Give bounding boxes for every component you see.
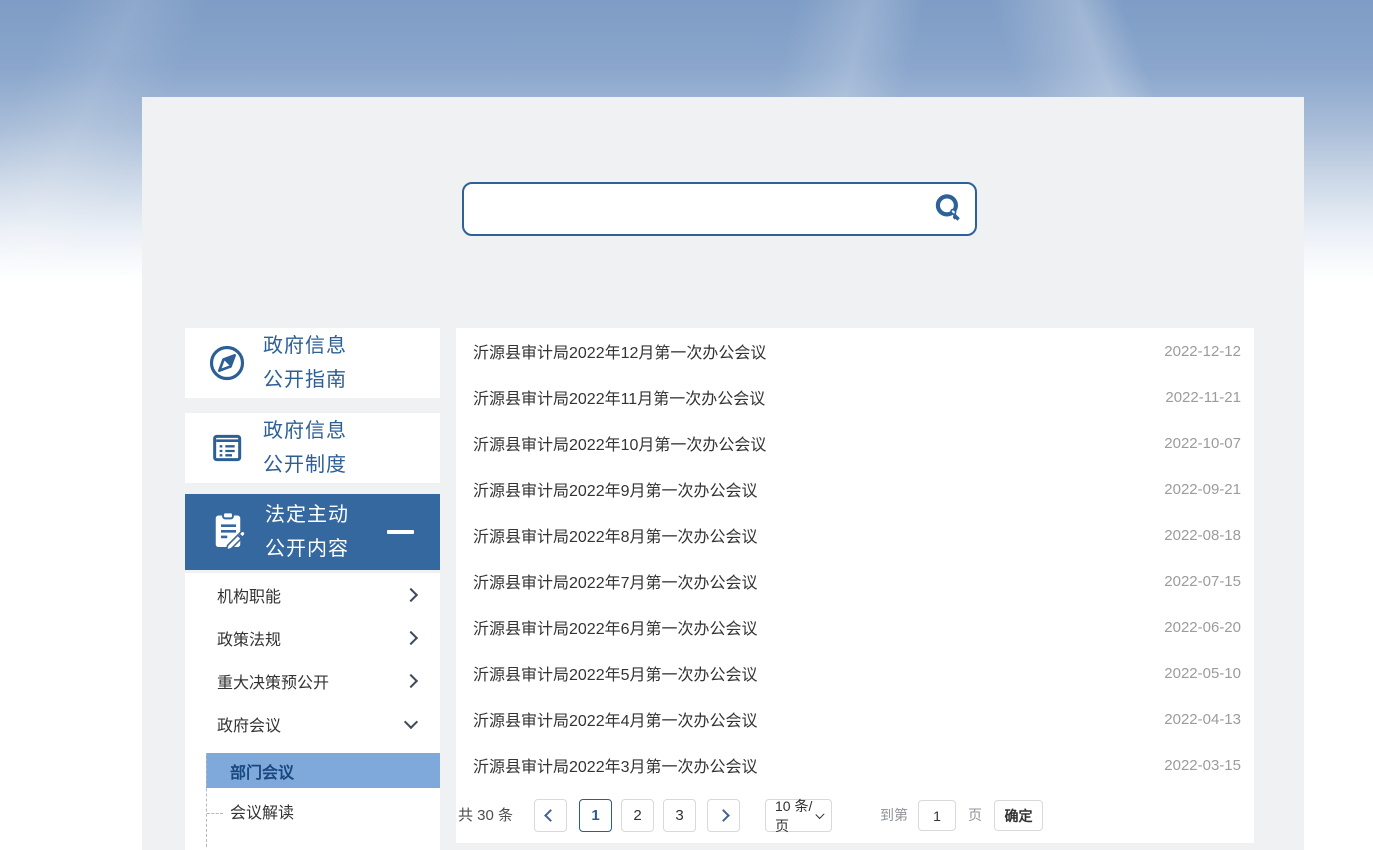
search-input[interactable]: [464, 184, 927, 234]
tree-line-vertical: [206, 753, 207, 847]
sidebar-item-gov-info-guide[interactable]: 政府信息 公开指南: [185, 328, 440, 398]
menu-item-major-decisions[interactable]: 重大决策预公开: [185, 659, 440, 702]
notebook-icon: [207, 428, 247, 468]
list-item-date: 2022-07-15: [1164, 573, 1241, 590]
list-item[interactable]: 沂源县审计局2022年11月第一次办公会议 2022-11-21: [456, 374, 1254, 420]
list-item-date: 2022-06-20: [1164, 619, 1241, 636]
tree-line-horizontal: [207, 813, 223, 814]
list-item-title[interactable]: 沂源县审计局2022年3月第一次办公会议: [473, 753, 758, 777]
page-size-select[interactable]: 10 条/页: [765, 799, 832, 832]
chevron-down-icon: [404, 714, 418, 728]
list-item-title[interactable]: 沂源县审计局2022年12月第一次办公会议: [473, 339, 766, 363]
search-button[interactable]: [927, 187, 971, 231]
goto-page-prefix: 到第: [880, 799, 908, 832]
list-item-date: 2022-04-13: [1164, 711, 1241, 728]
submenu-item-label: 部门会议: [206, 759, 294, 783]
page-size-value: 10 条/页: [775, 796, 817, 836]
compass-icon: [207, 343, 247, 383]
list-item-date: 2022-03-15: [1164, 757, 1241, 774]
list-item[interactable]: 沂源县审计局2022年3月第一次办公会议 2022-03-15: [456, 742, 1254, 788]
menu-item-label: 政策法规: [217, 626, 281, 650]
list-item-title[interactable]: 沂源县审计局2022年9月第一次办公会议: [473, 477, 758, 501]
confirm-button[interactable]: 确定: [994, 800, 1043, 831]
menu-item-policies[interactable]: 政策法规: [185, 616, 440, 659]
chevron-left-icon: [544, 809, 557, 822]
menu-item-label: 重大决策预公开: [217, 669, 329, 693]
chevron-right-icon: [717, 809, 730, 822]
list-item-title[interactable]: 沂源县审计局2022年8月第一次办公会议: [473, 523, 758, 547]
menu-item-label: 机构职能: [217, 583, 281, 607]
sidebar-item-label: 法定主动 公开内容: [265, 498, 349, 566]
list-item[interactable]: 沂源县审计局2022年4月第一次办公会议 2022-04-13: [456, 696, 1254, 742]
list-item-title[interactable]: 沂源县审计局2022年7月第一次办公会议: [473, 569, 758, 593]
page-buttons: 1 2 3: [579, 799, 696, 832]
goto-page-suffix: 页: [968, 799, 982, 832]
list-item-title[interactable]: 沂源县审计局2022年5月第一次办公会议: [473, 661, 758, 685]
submenu-item-department-meetings[interactable]: 部门会议: [206, 753, 440, 788]
menu-item-label: 政府会议: [217, 712, 281, 736]
list-item-title[interactable]: 沂源县审计局2022年4月第一次办公会议: [473, 707, 758, 731]
menu-item-org-functions[interactable]: 机构职能: [185, 573, 440, 616]
chevron-right-icon: [404, 673, 418, 687]
list-item-title[interactable]: 沂源县审计局2022年11月第一次办公会议: [473, 385, 765, 409]
list-item-date: 2022-05-10: [1164, 665, 1241, 682]
total-count-label: 共 30 条: [458, 799, 513, 832]
page: 政府信息 公开指南 政府信息 公开制度 法定: [0, 0, 1373, 850]
sidebar-item-label: 政府信息 公开指南: [263, 329, 347, 397]
search-icon: [931, 191, 967, 227]
list-item[interactable]: 沂源县审计局2022年10月第一次办公会议 2022-10-07: [456, 420, 1254, 466]
chevron-right-icon: [404, 630, 418, 644]
list-rows: 沂源县审计局2022年12月第一次办公会议 2022-12-12 沂源县审计局2…: [456, 328, 1254, 788]
list-item[interactable]: 沂源县审计局2022年7月第一次办公会议 2022-07-15: [456, 558, 1254, 604]
list-item-date: 2022-10-07: [1164, 435, 1241, 452]
submenu-item-meeting-interpretation[interactable]: 会议解读: [230, 801, 294, 827]
chevron-right-icon: [404, 587, 418, 601]
list-item-date: 2022-12-12: [1164, 343, 1241, 360]
list-item[interactable]: 沂源县审计局2022年9月第一次办公会议 2022-09-21: [456, 466, 1254, 512]
prev-page-button[interactable]: [534, 799, 567, 832]
search-box: [462, 182, 977, 236]
meeting-list: 沂源县审计局2022年12月第一次办公会议 2022-12-12 沂源县审计局2…: [456, 328, 1254, 843]
list-item[interactable]: 沂源县审计局2022年8月第一次办公会议 2022-08-18: [456, 512, 1254, 558]
list-item[interactable]: 沂源县审计局2022年5月第一次办公会议 2022-05-10: [456, 650, 1254, 696]
sidebar-item-label: 政府信息 公开制度: [263, 414, 347, 482]
clipboard-pen-icon: [207, 509, 249, 555]
sidebar-menu: 机构职能 政策法规 重大决策预公开 政府会议: [185, 573, 440, 850]
pagination-bar: 共 30 条 1 2 3 10 条/页 到第 页: [456, 799, 1254, 843]
list-item-title[interactable]: 沂源县审计局2022年6月第一次办公会议: [473, 615, 758, 639]
list-item-title[interactable]: 沂源县审计局2022年10月第一次办公会议: [473, 431, 766, 455]
list-item-date: 2022-09-21: [1164, 481, 1241, 498]
next-page-button[interactable]: [707, 799, 740, 832]
list-item-date: 2022-11-21: [1165, 389, 1241, 406]
collapse-minus-icon[interactable]: [387, 530, 414, 534]
list-item-date: 2022-08-18: [1164, 527, 1241, 544]
sidebar-item-gov-info-system[interactable]: 政府信息 公开制度: [185, 413, 440, 483]
page-button[interactable]: 1: [579, 799, 612, 832]
page-button[interactable]: 3: [663, 799, 696, 832]
sidebar-item-legal-disclosure[interactable]: 法定主动 公开内容: [185, 494, 440, 570]
list-item[interactable]: 沂源县审计局2022年6月第一次办公会议 2022-06-20: [456, 604, 1254, 650]
menu-item-gov-meetings[interactable]: 政府会议: [185, 702, 440, 745]
goto-page-input[interactable]: [918, 800, 956, 831]
page-button[interactable]: 2: [621, 799, 654, 832]
list-item[interactable]: 沂源县审计局2022年12月第一次办公会议 2022-12-12: [456, 328, 1254, 374]
